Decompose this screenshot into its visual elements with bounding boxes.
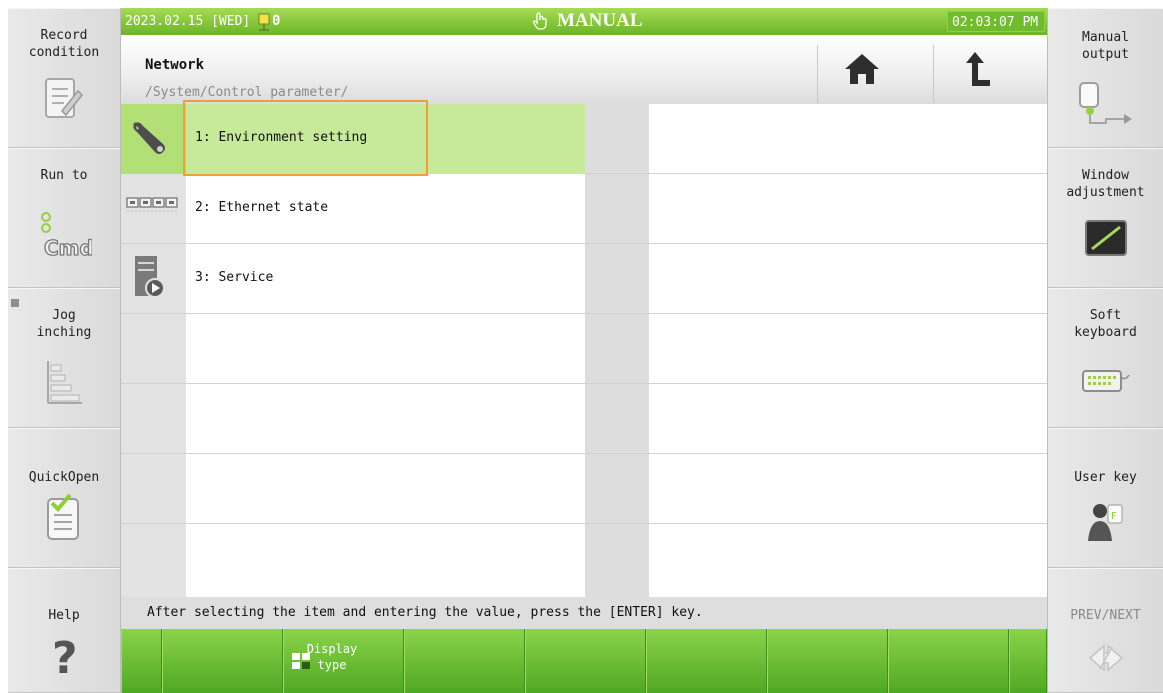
- user-key-label: User key: [1074, 470, 1137, 485]
- wrench-icon: [127, 114, 175, 162]
- io-signal-icon: [257, 13, 271, 35]
- empty-list-row: [121, 454, 1047, 524]
- soft-keyboard-label-1: Soft: [1089, 308, 1122, 323]
- function-key-3[interactable]: [404, 629, 525, 693]
- list-item-label: 3: Service: [195, 270, 274, 285]
- jog-label-2: inching: [36, 325, 92, 340]
- record-condition-label-1: Record: [40, 28, 88, 43]
- empty-list-row: [121, 384, 1047, 454]
- home-icon: [844, 53, 880, 89]
- window-adjustment-label-2: adjustment: [1066, 185, 1145, 200]
- question-mark-icon: ?: [49, 633, 79, 684]
- empty-list-row: [121, 314, 1047, 384]
- function-key-1[interactable]: [162, 629, 283, 693]
- function-key-7[interactable]: [888, 629, 1009, 693]
- back-up-button[interactable]: [933, 45, 1024, 103]
- selection-cursor: [183, 100, 428, 176]
- function-key-0[interactable]: [121, 629, 162, 693]
- svg-text:Cmd: Cmd: [44, 236, 92, 260]
- user-key-icon: F: [1086, 499, 1126, 547]
- hand-mode-icon: [532, 12, 548, 34]
- window-adjustment-label-1: Window: [1082, 168, 1129, 183]
- edit-document-icon: [44, 77, 84, 125]
- soft-keyboard-button[interactable]: Soft keyboard: [1048, 288, 1163, 428]
- breadcrumb: /System/Control parameter/: [145, 85, 349, 100]
- empty-list-row: [121, 524, 1047, 594]
- cmd-icon: Cmd: [36, 211, 94, 269]
- window-resize-icon: [1084, 219, 1128, 261]
- function-key-4[interactable]: [525, 629, 646, 693]
- list-item-label: 2: Ethernet state: [195, 200, 329, 215]
- jog-steps-icon: [44, 359, 84, 409]
- operation-mode: MANUAL: [557, 10, 643, 31]
- function-key-6[interactable]: [767, 629, 888, 693]
- prev-next-arrows-icon: [1086, 643, 1126, 677]
- io-counter: 0: [272, 13, 281, 29]
- function-key-bar: Display type: [121, 629, 1047, 693]
- checklist-icon: [44, 493, 84, 547]
- prev-next-button[interactable]: PREV/NEXT: [1048, 568, 1163, 693]
- manual-output-label-2: output: [1082, 47, 1129, 62]
- run-to-label: Run to: [40, 168, 88, 183]
- help-message: After selecting the item and entering th…: [147, 605, 703, 620]
- svg-text:?: ?: [52, 633, 78, 679]
- run-to-cmd-button[interactable]: Run to Cmd: [8, 148, 120, 288]
- function-key-8[interactable]: [1009, 629, 1047, 693]
- window-adjustment-button[interactable]: Window adjustment: [1048, 148, 1163, 288]
- display-type-label-1: Display: [306, 642, 358, 656]
- date-display: 2023.02.15 [WED]: [125, 14, 251, 29]
- list-item[interactable]: 3: Service: [121, 244, 1047, 314]
- keyboard-icon: [1081, 369, 1131, 397]
- up-arrow-icon: [964, 51, 994, 91]
- manual-output-button[interactable]: Manual output: [1048, 8, 1163, 148]
- list-item[interactable]: 2: Ethernet state: [121, 174, 1047, 244]
- user-key-button[interactable]: User key F: [1048, 428, 1163, 568]
- prev-next-label: PREV/NEXT: [1070, 608, 1141, 623]
- title-bar: Network /System/Control parameter/: [121, 35, 1047, 105]
- clock-display: 02:03:07 PM: [947, 11, 1045, 32]
- jog-indicator: [11, 299, 19, 307]
- list-item-cell[interactable]: 3: Service: [186, 244, 585, 314]
- left-side-panel: Record condition Run to Cmd Jog inching: [8, 8, 121, 693]
- manual-output-label-1: Manual: [1082, 30, 1129, 45]
- help-button[interactable]: Help ?: [8, 568, 120, 693]
- message-bar: After selecting the item and entering th…: [121, 597, 1047, 629]
- menu-list: 1: Environment setting 2: Ethernet state: [121, 104, 1047, 597]
- quickopen-button[interactable]: QuickOpen: [8, 428, 120, 568]
- right-side-panel: Manual output Window adjustment Soft keyboa…: [1047, 8, 1163, 693]
- svg-text:F: F: [1111, 511, 1117, 522]
- quickopen-label: QuickOpen: [28, 470, 100, 485]
- record-condition-label-2: condition: [28, 45, 100, 60]
- page-title: Network: [145, 57, 205, 73]
- ethernet-ports-icon: [125, 196, 178, 244]
- status-bar: 2023.02.15 [WED] 0 MANUAL 02:03:07 PM: [121, 8, 1047, 35]
- jog-inching-button[interactable]: Jog inching: [8, 288, 120, 428]
- record-condition-button[interactable]: Record condition: [8, 8, 120, 148]
- hand-output-icon: [1076, 79, 1136, 133]
- soft-keyboard-label-2: keyboard: [1074, 325, 1137, 340]
- service-server-icon: [131, 254, 179, 302]
- home-button[interactable]: [817, 45, 908, 103]
- list-item-cell[interactable]: 2: Ethernet state: [186, 174, 585, 244]
- function-key-5[interactable]: [646, 629, 767, 693]
- help-label: Help: [48, 608, 80, 623]
- display-type-key[interactable]: Display type: [283, 629, 404, 693]
- jog-label-1: Jog: [52, 308, 76, 323]
- display-type-label-2: type: [317, 658, 347, 672]
